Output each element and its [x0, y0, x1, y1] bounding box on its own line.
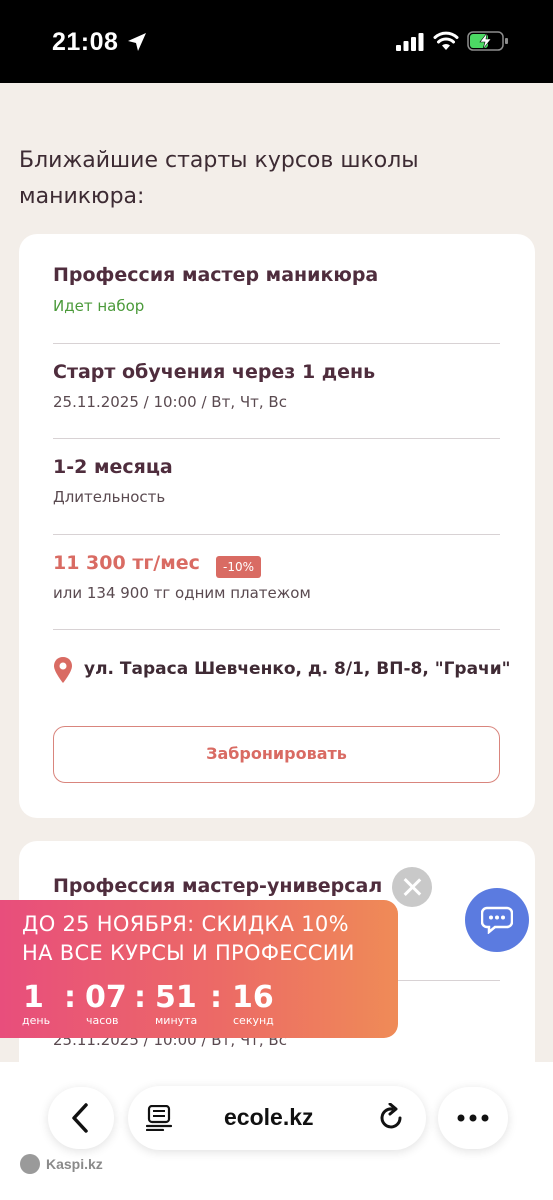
promo-headline: ДО 25 НОЯБРЯ: СКИДКА 10%: [22, 912, 349, 936]
chevron-left-icon: [72, 1103, 88, 1133]
watermark-text: Kaspi.kz: [46, 1156, 103, 1172]
divider: [53, 343, 500, 344]
duration-label: Длительность: [53, 488, 166, 506]
chat-button[interactable]: [465, 888, 529, 952]
status-bar: 21:08: [0, 0, 553, 83]
location-arrow-icon: [128, 33, 146, 51]
map-pin-icon: [54, 657, 72, 683]
close-icon[interactable]: [392, 867, 432, 907]
timer-minutes: 51: [155, 980, 197, 1015]
divider: [53, 534, 500, 535]
course-card-1: Профессия мастер маникюра Идет набор Ста…: [19, 234, 535, 818]
timer-hours: 07: [85, 980, 127, 1015]
start-schedule: 25.11.2025 / 10:00 / Вт, Чт, Вс: [53, 393, 287, 411]
timer-minutes-label: минута: [155, 1014, 198, 1027]
discount-badge: -10%: [216, 556, 262, 578]
timer-separator: :: [64, 980, 76, 1015]
book-button[interactable]: Забронировать: [53, 726, 500, 783]
status-time: 21:08: [52, 28, 119, 56]
price-alt: или 134 900 тг одним платежом: [53, 584, 311, 602]
more-dots-icon: [457, 1114, 489, 1122]
back-button[interactable]: [48, 1087, 114, 1149]
promo-subheadline: НА ВСЕ КУРСЫ И ПРОФЕССИИ: [22, 941, 355, 965]
timer-days-label: день: [22, 1014, 51, 1027]
timer-days: 1: [23, 980, 44, 1015]
cellular-signal-icon: [396, 33, 424, 51]
course-title: Профессия мастер маникюра: [53, 264, 379, 286]
reload-icon[interactable]: [378, 1103, 406, 1131]
chat-bubble-icon: [481, 906, 513, 934]
more-button[interactable]: [438, 1087, 508, 1149]
timer-seconds: 16: [232, 980, 274, 1015]
enrollment-status: Идет набор: [53, 297, 145, 315]
timer-separator: :: [134, 980, 146, 1015]
timer-separator: :: [210, 980, 222, 1015]
reader-mode-icon[interactable]: [146, 1105, 172, 1131]
price: 11 300 тг/мес: [53, 552, 200, 574]
section-title: Ближайшие старты курсов школы маникюра:: [19, 148, 419, 209]
course-title: Профессия мастер-универсал: [53, 875, 383, 897]
divider: [53, 438, 500, 439]
timer-hours-label: часов: [86, 1014, 119, 1027]
promo-banner[interactable]: ДО 25 НОЯБРЯ: СКИДКА 10% НА ВСЕ КУРСЫ И …: [0, 900, 398, 1038]
url-text: ecole.kz: [224, 1104, 314, 1130]
kaspi-logo-icon: [20, 1154, 40, 1174]
timer-seconds-label: секунд: [233, 1014, 274, 1027]
divider: [53, 629, 500, 630]
address: ул. Тараса Шевченко, д. 8/1, ВП-8, "Грач…: [84, 659, 511, 679]
battery-charging-icon: [467, 31, 508, 51]
watermark: Kaspi.kz: [20, 1154, 120, 1174]
wifi-icon: [433, 31, 459, 50]
duration-value: 1-2 месяца: [53, 456, 173, 478]
address-bar[interactable]: ecole.kz: [128, 1086, 426, 1150]
start-title: Старт обучения через 1 день: [53, 361, 376, 383]
